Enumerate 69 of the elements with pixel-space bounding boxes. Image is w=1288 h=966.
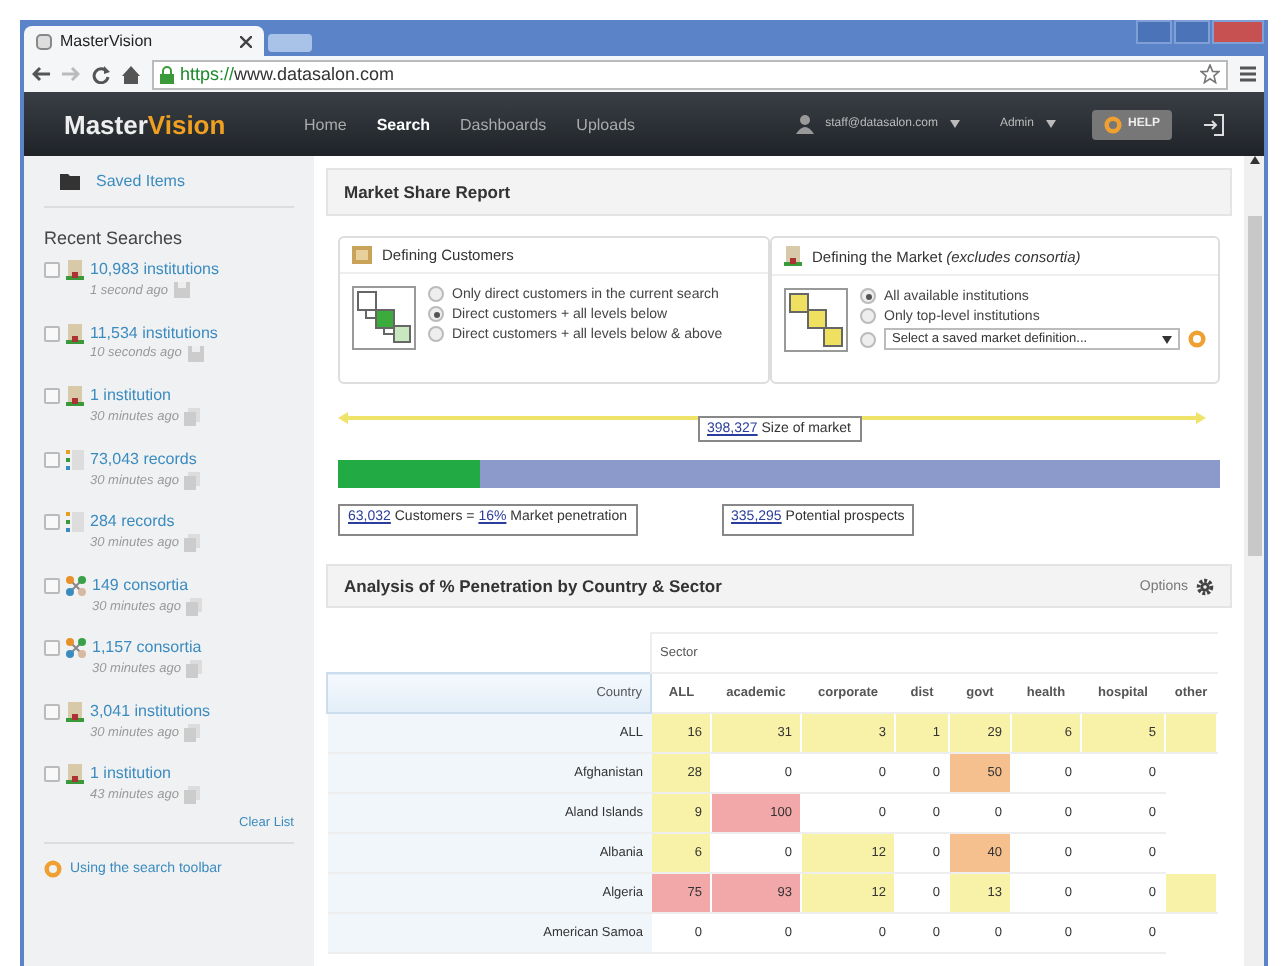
radio-button[interactable] [860, 331, 876, 347]
box-icon [352, 246, 372, 264]
home-icon[interactable] [122, 65, 140, 83]
network-icon [66, 575, 86, 595]
new-tab-button[interactable] [268, 34, 312, 52]
close-window-button[interactable] [1212, 20, 1264, 44]
radio-button[interactable] [428, 286, 444, 302]
checkbox[interactable] [44, 388, 60, 404]
list-icon [66, 512, 84, 532]
panel-title: Market Share Report [326, 168, 1232, 216]
browser-tab[interactable]: MasterVision [24, 26, 264, 56]
radio-button[interactable] [860, 308, 876, 324]
checkbox[interactable] [44, 262, 60, 278]
gear-icon [1196, 577, 1214, 595]
address-bar[interactable]: https://www.datasalon.com [152, 59, 1228, 89]
copy-icon[interactable] [184, 534, 201, 552]
list-icon [66, 449, 84, 469]
copy-icon[interactable] [184, 723, 201, 741]
copy-icon[interactable] [184, 408, 201, 426]
page-icon [36, 33, 52, 49]
lifebuoy-icon [44, 859, 62, 877]
logout-icon[interactable] [1204, 113, 1224, 135]
panel-title: Analysis of % Penetration by Country & Sector [344, 576, 722, 596]
star-icon[interactable] [1200, 64, 1220, 84]
checkbox[interactable] [44, 703, 60, 719]
checkbox[interactable] [44, 577, 60, 593]
user-icon [795, 114, 814, 134]
lifebuoy-icon [1103, 115, 1122, 133]
checkbox[interactable] [44, 640, 60, 656]
hierarchy-drawing [784, 288, 848, 352]
caret-icon [1045, 120, 1056, 128]
reload-icon[interactable] [92, 65, 110, 83]
lock-icon [160, 65, 174, 83]
close-icon[interactable] [240, 35, 252, 47]
copy-icon[interactable] [184, 471, 201, 489]
scrollbar[interactable] [1244, 156, 1264, 966]
back-icon[interactable] [32, 66, 50, 82]
building-icon [66, 323, 84, 343]
copy-icon[interactable] [184, 786, 201, 804]
checkbox[interactable] [44, 451, 60, 467]
forward-icon[interactable] [62, 66, 80, 82]
lifebuoy-icon [1188, 330, 1206, 348]
building-icon [66, 764, 84, 784]
copy-icon[interactable] [186, 597, 203, 615]
building-icon [66, 260, 84, 280]
caret-icon [1162, 335, 1172, 343]
copy-icon[interactable] [186, 660, 203, 678]
folder-icon [60, 173, 80, 189]
logo: MasterVision [64, 109, 228, 139]
caret-icon [949, 120, 960, 128]
checkbox[interactable] [44, 766, 60, 782]
nav-link[interactable]: Dashboards [460, 115, 547, 133]
radio-button[interactable] [428, 306, 444, 322]
maximize-button[interactable] [1174, 20, 1210, 44]
building-icon [784, 246, 802, 266]
checkbox[interactable] [44, 514, 60, 530]
network-icon [66, 638, 86, 658]
nav-link[interactable]: Search [376, 115, 431, 133]
menu-icon[interactable] [1240, 66, 1256, 82]
section-title: Recent Searches [44, 228, 185, 248]
minimize-button[interactable] [1136, 20, 1172, 44]
nav-link[interactable]: Uploads [576, 115, 636, 133]
radio-button[interactable] [428, 326, 444, 342]
hierarchy-drawing [352, 286, 416, 350]
radio-button[interactable] [860, 288, 876, 304]
nav-link[interactable]: Home [304, 115, 347, 133]
building-icon [66, 701, 84, 721]
checkbox[interactable] [44, 325, 60, 341]
building-icon [66, 386, 84, 406]
